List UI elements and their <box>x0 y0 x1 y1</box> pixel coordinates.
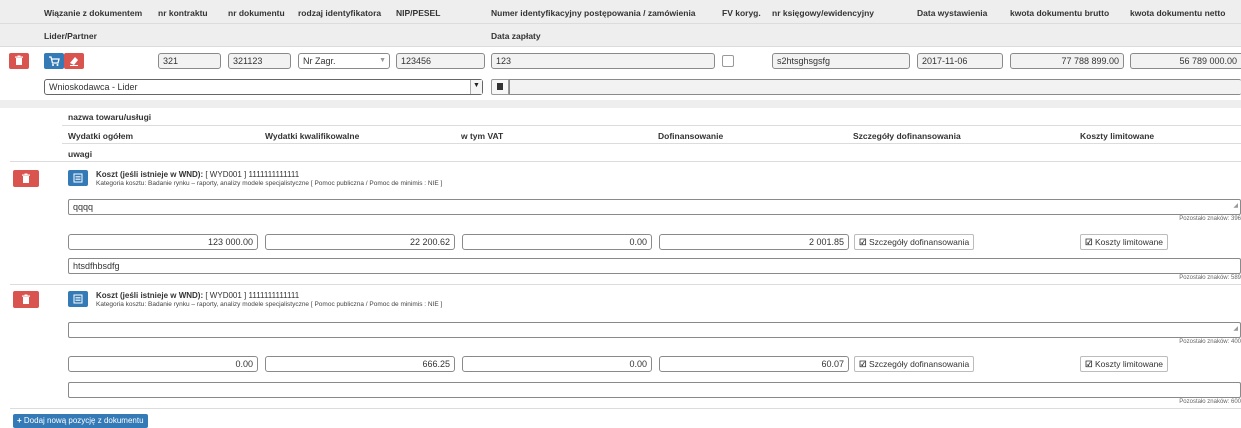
header-doc-no: nr dokumentu <box>228 8 285 18</box>
items-header-vat: w tym VAT <box>461 131 504 141</box>
header-proceeding-no: Numer identyfikacyjny postępowania / zam… <box>491 8 696 18</box>
edit-icon: ☑ <box>1085 359 1093 369</box>
item-notes-textarea[interactable]: htsdfhbsdfg <box>68 258 1241 274</box>
partner-value: Wnioskodawca - Lider <box>49 82 138 92</box>
cost-label: Koszt (jeśli istnieje w WND): [ WYD001 ]… <box>96 291 299 300</box>
items-header-eligible: Wydatki kwalifikowalne <box>265 131 360 141</box>
cost-label: Koszt (jeśli istnieje w WND): [ WYD001 ]… <box>96 170 299 179</box>
header-contract-no: nr kontraktu <box>158 8 208 18</box>
net-amount-field[interactable]: 56 789 000.00 <box>1130 53 1241 69</box>
item-name-counter: Pozostało znaków: 400 <box>1179 339 1241 345</box>
calendar-icon[interactable] <box>491 79 509 95</box>
items-header-notes: uwagi <box>68 149 93 159</box>
edit-icon: ☑ <box>859 237 867 247</box>
items-header-name: nazwa towaru/usługi <box>68 112 152 122</box>
header-issue-date: Data wystawienia <box>917 8 988 18</box>
items-header-cofinancing: Dofinansowanie <box>658 131 724 141</box>
cost-label-text: Koszt (jeśli istnieje w WND): <box>96 291 204 300</box>
contract-no-field[interactable]: 321 <box>158 53 221 69</box>
header-fv: FV koryg. <box>722 8 761 18</box>
item-notes-counter: Pozostało znaków: 589 <box>1179 275 1241 281</box>
header-id-type: rodzaj identyfikatora <box>298 8 382 18</box>
header-partner: Lider/Partner <box>44 31 97 41</box>
add-item-button[interactable]: + Dodaj nową pozycję z dokumentu <box>13 414 148 428</box>
header-gross: kwota dokumentu brutto <box>1010 8 1110 18</box>
items-section-separator <box>0 100 1241 108</box>
partner-dropdown-toggle[interactable]: ▼ <box>470 80 482 94</box>
total-expenses-field[interactable]: 0.00 <box>68 356 258 372</box>
header-ledger-no: nr księgowy/ewidencyjny <box>772 8 875 18</box>
trash-icon <box>15 55 23 65</box>
header-net: kwota dokumentu netto <box>1130 8 1226 18</box>
cofinancing-details-label: Szczegóły dofinansowania <box>869 237 970 247</box>
nip-field[interactable]: 123456 <box>396 53 485 69</box>
cofinancing-details-label: Szczegóły dofinansowania <box>869 359 970 369</box>
trash-icon <box>22 173 30 183</box>
issue-date-field[interactable]: 2017-11-06 <box>917 53 1003 69</box>
delete-item-button[interactable] <box>13 170 39 187</box>
edit-icon: ☑ <box>859 359 867 369</box>
fv-correction-checkbox[interactable] <box>722 55 734 67</box>
items-header-details: Szczegóły dofinansowania <box>853 131 961 141</box>
resize-grip-icon: ◢ <box>1233 203 1238 209</box>
cofinancing-details-button[interactable]: ☑ Szczegóły dofinansowania <box>854 234 975 250</box>
limited-costs-label: Koszty limitowane <box>1095 359 1164 369</box>
select-cost-button[interactable] <box>68 291 88 307</box>
id-type-value: Nr Zagr. <box>303 56 336 66</box>
unlink-document-button[interactable] <box>64 53 84 69</box>
cofinancing-field[interactable]: 2 001.85 <box>659 234 849 250</box>
list-icon <box>73 173 83 183</box>
cost-category: Kategoria kosztu: Badanie rynku – raport… <box>96 301 443 308</box>
cost-value: [ WYD001 ] 1111111111111 <box>205 170 300 179</box>
item-notes-counter: Pozostało znaków: 600 <box>1179 399 1241 405</box>
eligible-expenses-field[interactable]: 22 200.62 <box>265 234 455 250</box>
item-name-counter: Pozostało znaków: 396 <box>1179 216 1241 222</box>
ledger-no-field[interactable]: s2htsghsgsfg <box>772 53 910 69</box>
proceeding-no-field[interactable]: 123 <box>491 53 715 69</box>
delete-document-button[interactable] <box>9 53 29 69</box>
select-cost-button[interactable] <box>68 170 88 186</box>
eraser-icon <box>70 57 78 66</box>
items-header-limited: Koszty limitowane <box>1080 131 1155 141</box>
item-notes-textarea[interactable] <box>68 382 1241 398</box>
header-payment-date: Data zapłaty <box>491 31 541 41</box>
payment-date-field[interactable] <box>509 79 1241 95</box>
limited-costs-label: Koszty limitowane <box>1095 237 1164 247</box>
cart-icon <box>49 56 60 66</box>
header-linking: Wiązanie z dokumentem <box>44 8 143 18</box>
edit-icon: ☑ <box>1085 237 1093 247</box>
cost-category: Kategoria kosztu: Badanie rynku – raport… <box>96 180 443 187</box>
total-expenses-field[interactable]: 123 000.00 <box>68 234 258 250</box>
cofinancing-details-button[interactable]: ☑ Szczegóły dofinansowania <box>854 356 975 372</box>
item-name-textarea[interactable]: qqqq ◢ <box>68 199 1241 215</box>
doc-no-field[interactable]: 321123 <box>228 53 291 69</box>
item-notes-value: htsdfhbsdfg <box>73 261 120 271</box>
id-type-select[interactable]: Nr Zagr. ▼ <box>298 53 390 69</box>
cofinancing-field[interactable]: 60.07 <box>659 356 849 372</box>
link-document-button[interactable] <box>44 53 64 69</box>
cost-value: [ WYD001 ] 1111111111111 <box>205 291 300 300</box>
chevron-down-icon: ▼ <box>379 57 386 64</box>
item-name-value: qqqq <box>73 202 94 212</box>
vat-field[interactable]: 0.00 <box>462 234 652 250</box>
limited-costs-button[interactable]: ☑ Koszty limitowane <box>1080 356 1169 372</box>
chevron-down-icon: ▼ <box>473 82 480 89</box>
list-icon <box>73 294 83 304</box>
gross-amount-field[interactable]: 77 788 899.00 <box>1010 53 1124 69</box>
delete-item-button[interactable] <box>13 291 39 308</box>
plus-icon: + <box>17 416 22 425</box>
cost-label-text: Koszt (jeśli istnieje w WND): <box>96 170 204 179</box>
trash-icon <box>22 294 30 304</box>
add-item-label: Dodaj nową pozycję z dokumentu <box>23 416 144 425</box>
item-name-textarea[interactable]: ◢ <box>68 322 1241 338</box>
partner-select[interactable]: Wnioskodawca - Lider <box>44 79 483 95</box>
limited-costs-button[interactable]: ☑ Koszty limitowane <box>1080 234 1169 250</box>
resize-grip-icon: ◢ <box>1233 326 1238 332</box>
header-nip: NIP/PESEL <box>396 8 441 18</box>
eligible-expenses-field[interactable]: 666.25 <box>265 356 455 372</box>
vat-field[interactable]: 0.00 <box>462 356 652 372</box>
items-header-total: Wydatki ogółem <box>68 131 134 141</box>
